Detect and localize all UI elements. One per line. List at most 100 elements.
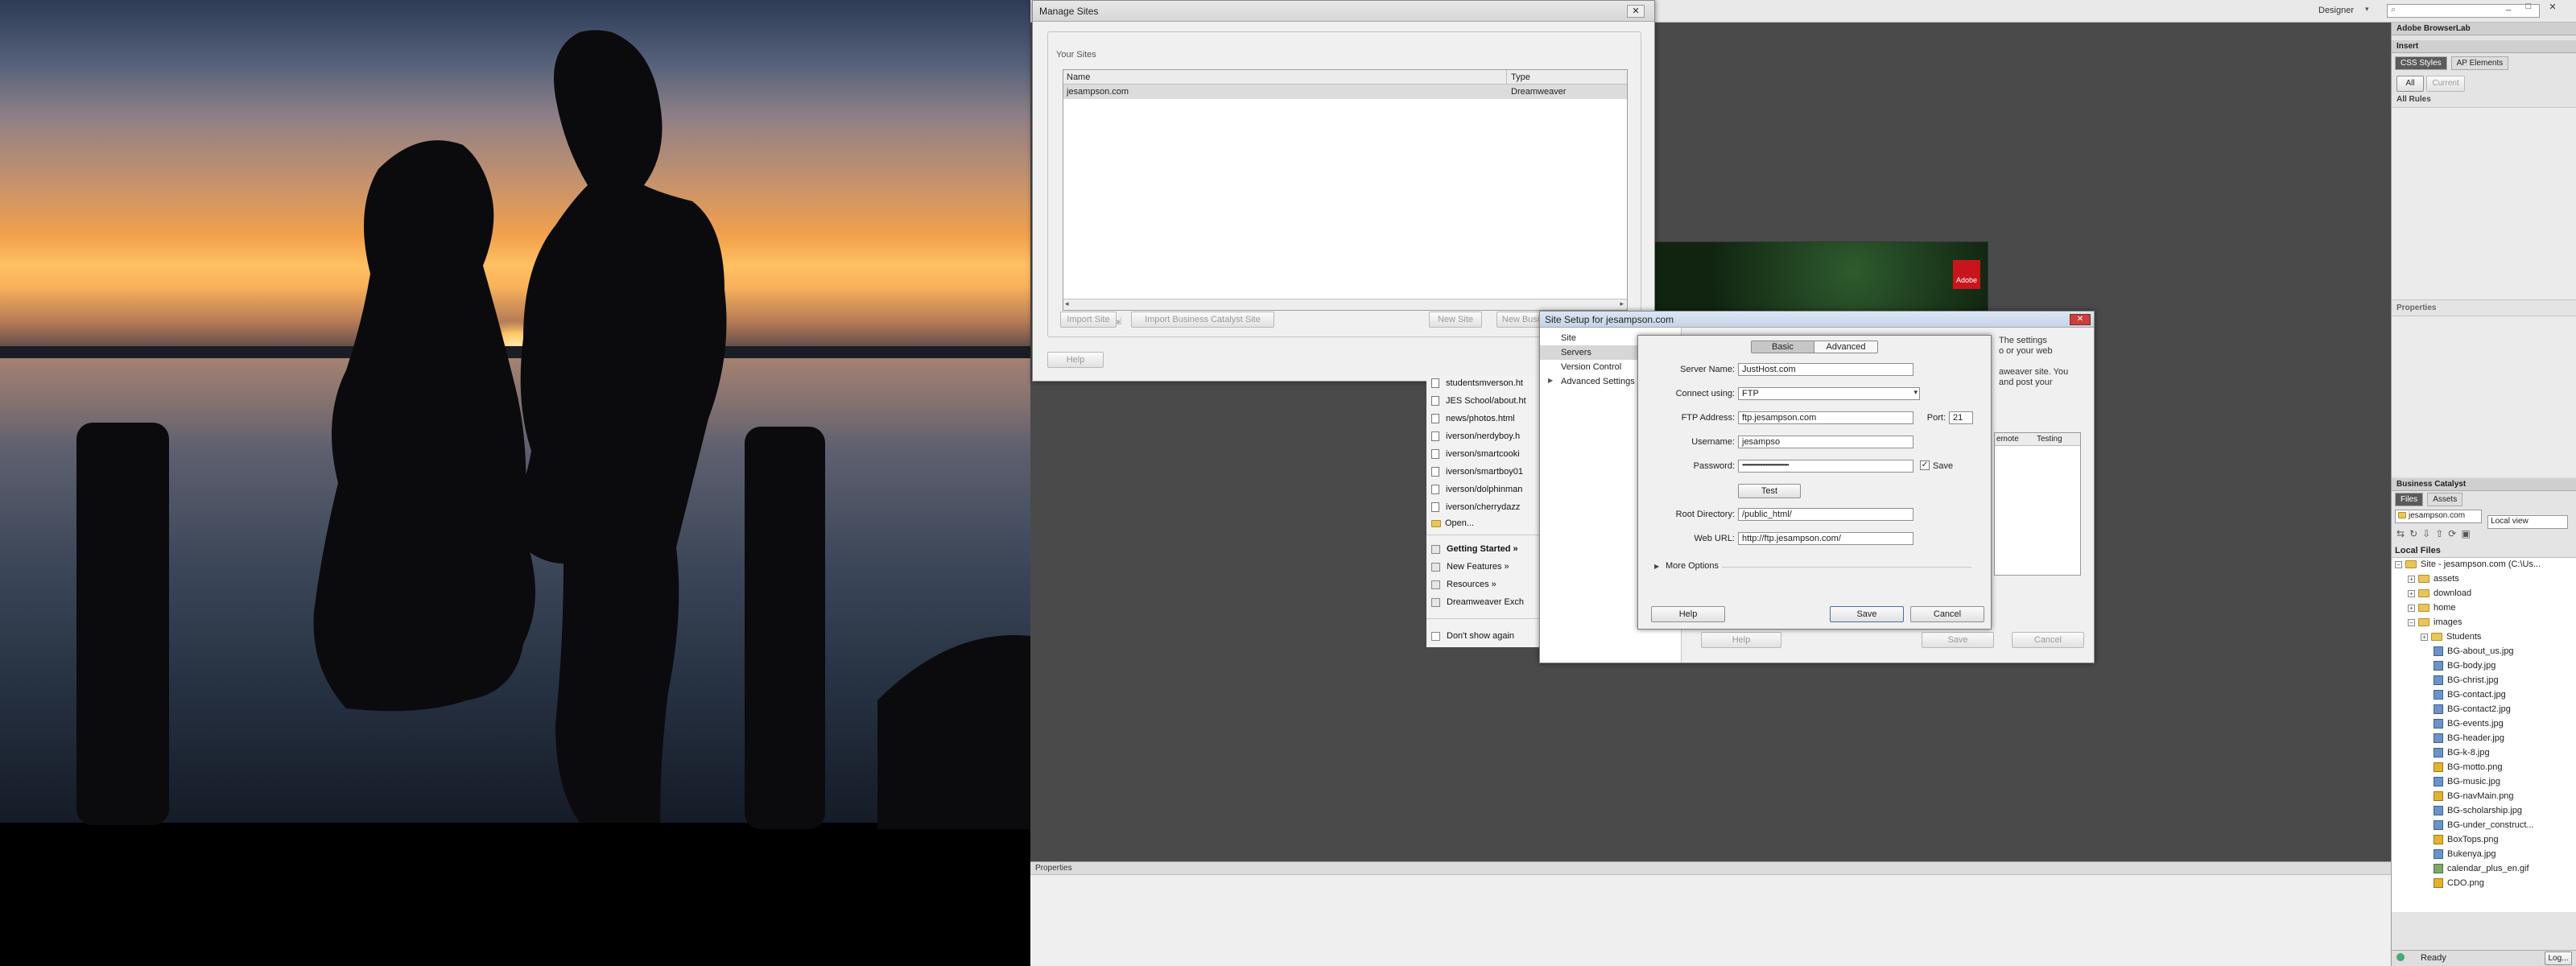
scroll-left-icon[interactable]: ◂ (1065, 299, 1069, 308)
server-list[interactable]: emote Testing (1994, 432, 2081, 576)
css-rules-list[interactable] (2392, 107, 2576, 300)
css-all-button[interactable]: All (2396, 76, 2424, 92)
file-item[interactable]: BoxTops.png (2434, 835, 2499, 848)
expand-icon[interactable]: ▣ (2461, 528, 2475, 539)
column-remote[interactable]: emote (1996, 435, 2019, 444)
folder-item[interactable]: + Students (2421, 632, 2481, 646)
file-item[interactable]: BG-music.jpg (2434, 777, 2500, 791)
sites-table[interactable]: Name Type jesampson.com Dreamweaver ◂ ▸ (1063, 69, 1628, 311)
tab-files[interactable]: Files (2395, 493, 2424, 506)
manage-sites-help-button[interactable]: Help (1047, 352, 1104, 368)
view-select[interactable]: Local view (2487, 515, 2569, 529)
site-setup-help-button[interactable]: Help (1701, 632, 1781, 648)
more-options-toggle[interactable]: More Options (1666, 561, 1719, 571)
site-select[interactable]: jesampson.com (2395, 510, 2482, 523)
expand-toggle-icon[interactable]: + (2421, 633, 2428, 641)
file-item[interactable]: BG-motto.png (2434, 762, 2502, 776)
file-item[interactable]: BG-contact2.jpg (2434, 704, 2511, 718)
expand-icon[interactable]: ▶ (1654, 563, 1659, 570)
server-name-field[interactable]: JustHost.com (1738, 363, 1913, 376)
column-testing[interactable]: Testing (2037, 435, 2062, 444)
file-item[interactable]: BG-k-8.jpg (2434, 748, 2490, 762)
server-help-button[interactable]: Help (1651, 606, 1725, 622)
folder-item[interactable]: − images (2408, 617, 2462, 631)
username-field[interactable]: jesampso (1738, 436, 1913, 448)
file-item[interactable]: BG-contact.jpg (2434, 690, 2506, 704)
file-tree[interactable]: − Site - jesampson.com (C:\Us... + assets + d… (2392, 558, 2576, 912)
recent-file-item[interactable]: iverson/cherrydazz (1431, 502, 1520, 513)
put-icon[interactable]: ⇧ (2435, 528, 2448, 539)
tab-css-styles[interactable]: CSS Styles (2395, 56, 2447, 70)
column-type[interactable]: Type (1511, 72, 1530, 82)
file-item[interactable]: BG-about_us.jpg (2434, 646, 2514, 660)
expand-toggle-icon[interactable]: + (2408, 604, 2415, 612)
port-field[interactable]: 21 (1949, 411, 1973, 424)
root-directory-field[interactable]: /public_html/ (1738, 508, 1913, 521)
recent-file-item[interactable]: iverson/smartboy01 (1431, 467, 1523, 477)
file-item[interactable]: BG-events.jpg (2434, 719, 2504, 733)
import-bc-site-button[interactable]: Import Business Catalyst Site (1131, 312, 1274, 328)
refresh-icon[interactable]: ↻ (2409, 528, 2422, 539)
file-item[interactable]: CDO.png (2434, 878, 2484, 892)
open-file-link[interactable]: Open... (1431, 518, 1474, 528)
minimize-icon[interactable]: _ (2500, 2, 2517, 13)
tab-advanced[interactable]: Advanced (1814, 341, 1877, 353)
folder-item[interactable]: + download (2408, 588, 2471, 602)
tab-assets[interactable]: Assets (2427, 493, 2463, 506)
welcome-link[interactable]: Dreamweaver Exch (1431, 597, 1524, 607)
css-current-button[interactable]: Current (2426, 76, 2466, 92)
file-item[interactable]: BG-under_construct... (2434, 820, 2534, 834)
save-password-checkbox[interactable]: ✓ (1920, 460, 1930, 470)
import-site-button[interactable]: Import Site (1060, 312, 1117, 328)
file-item[interactable]: BG-christ.jpg (2434, 675, 2499, 689)
expand-toggle-icon[interactable]: + (2408, 575, 2415, 583)
test-button[interactable]: Test (1738, 484, 1801, 498)
recent-file-item[interactable]: iverson/nerdyboy.h (1431, 431, 1520, 442)
close-icon[interactable]: ✕ (2070, 314, 2091, 325)
new-bc-site-button[interactable]: New Busi (1496, 312, 1545, 328)
file-item[interactable]: BG-body.jpg (2434, 661, 2496, 675)
connect-icon[interactable]: ⇆ (2396, 528, 2409, 539)
expand-toggle-icon[interactable]: − (2408, 618, 2415, 626)
tab-basic[interactable]: Basic (1752, 341, 1814, 353)
dont-show-again-checkbox[interactable]: Don't show again (1431, 631, 1514, 641)
recent-file-item[interactable]: JES School/about.ht (1431, 396, 1526, 407)
file-item[interactable]: BG-header.jpg (2434, 733, 2504, 747)
close-icon[interactable]: ✕ (2544, 2, 2562, 13)
recent-file-item[interactable]: iverson/smartcooki (1431, 449, 1520, 460)
ftp-address-field[interactable]: ftp.jesampson.com (1738, 411, 1913, 424)
server-save-button[interactable]: Save (1830, 606, 1904, 622)
new-site-button[interactable]: New Site (1429, 312, 1482, 328)
close-icon[interactable]: ✕ (1627, 5, 1645, 18)
folder-item[interactable]: + home (2408, 603, 2456, 617)
file-item[interactable]: Bukenya.jpg (2434, 849, 2496, 863)
expand-toggle-icon[interactable]: + (2408, 589, 2415, 597)
folder-item[interactable]: + assets (2408, 574, 2459, 588)
recent-file-item[interactable]: news/photos.html (1431, 414, 1515, 424)
site-setup-save-button[interactable]: Save (1922, 632, 1994, 648)
connect-using-select[interactable]: FTP ▾ (1738, 387, 1920, 400)
sync-icon[interactable]: ⟳ (2448, 528, 2461, 539)
expand-toggle-icon[interactable]: − (2395, 560, 2402, 568)
log-button[interactable]: Log... (2545, 952, 2572, 965)
horizontal-scrollbar[interactable]: ◂ ▸ (1063, 299, 1627, 310)
site-root-item[interactable]: − Site - jesampson.com (C:\Us... (2395, 559, 2541, 573)
welcome-link[interactable]: Resources » (1431, 580, 1496, 589)
password-field[interactable]: •••••••••••••••••••••••••••••••• (1738, 460, 1913, 473)
file-item[interactable]: BG-scholarship.jpg (2434, 806, 2522, 819)
server-cancel-button[interactable]: Cancel (1910, 606, 1984, 622)
tab-ap-elements[interactable]: AP Elements (2450, 56, 2509, 70)
chevron-down-icon[interactable]: ▾ (2365, 5, 2369, 14)
file-item[interactable]: BG-navMain.png (2434, 791, 2514, 805)
site-setup-cancel-button[interactable]: Cancel (2012, 632, 2084, 648)
web-url-field[interactable]: http://ftp.jesampson.com/ (1738, 532, 1913, 545)
maximize-icon[interactable]: □ (2520, 2, 2537, 13)
recent-file-item[interactable]: studentsmverson.ht (1431, 378, 1523, 389)
table-row[interactable]: jesampson.com Dreamweaver (1063, 85, 1627, 99)
workspace-switcher[interactable]: Designer (2318, 6, 2354, 15)
browserlab-panel-header[interactable]: Adobe BrowserLab (2392, 23, 2576, 35)
file-item[interactable]: calendar_plus_en.gif (2434, 864, 2529, 877)
column-name[interactable]: Name (1067, 72, 1090, 82)
css-properties-list[interactable] (2392, 316, 2576, 477)
business-catalyst-header[interactable]: Business Catalyst (2392, 478, 2576, 491)
